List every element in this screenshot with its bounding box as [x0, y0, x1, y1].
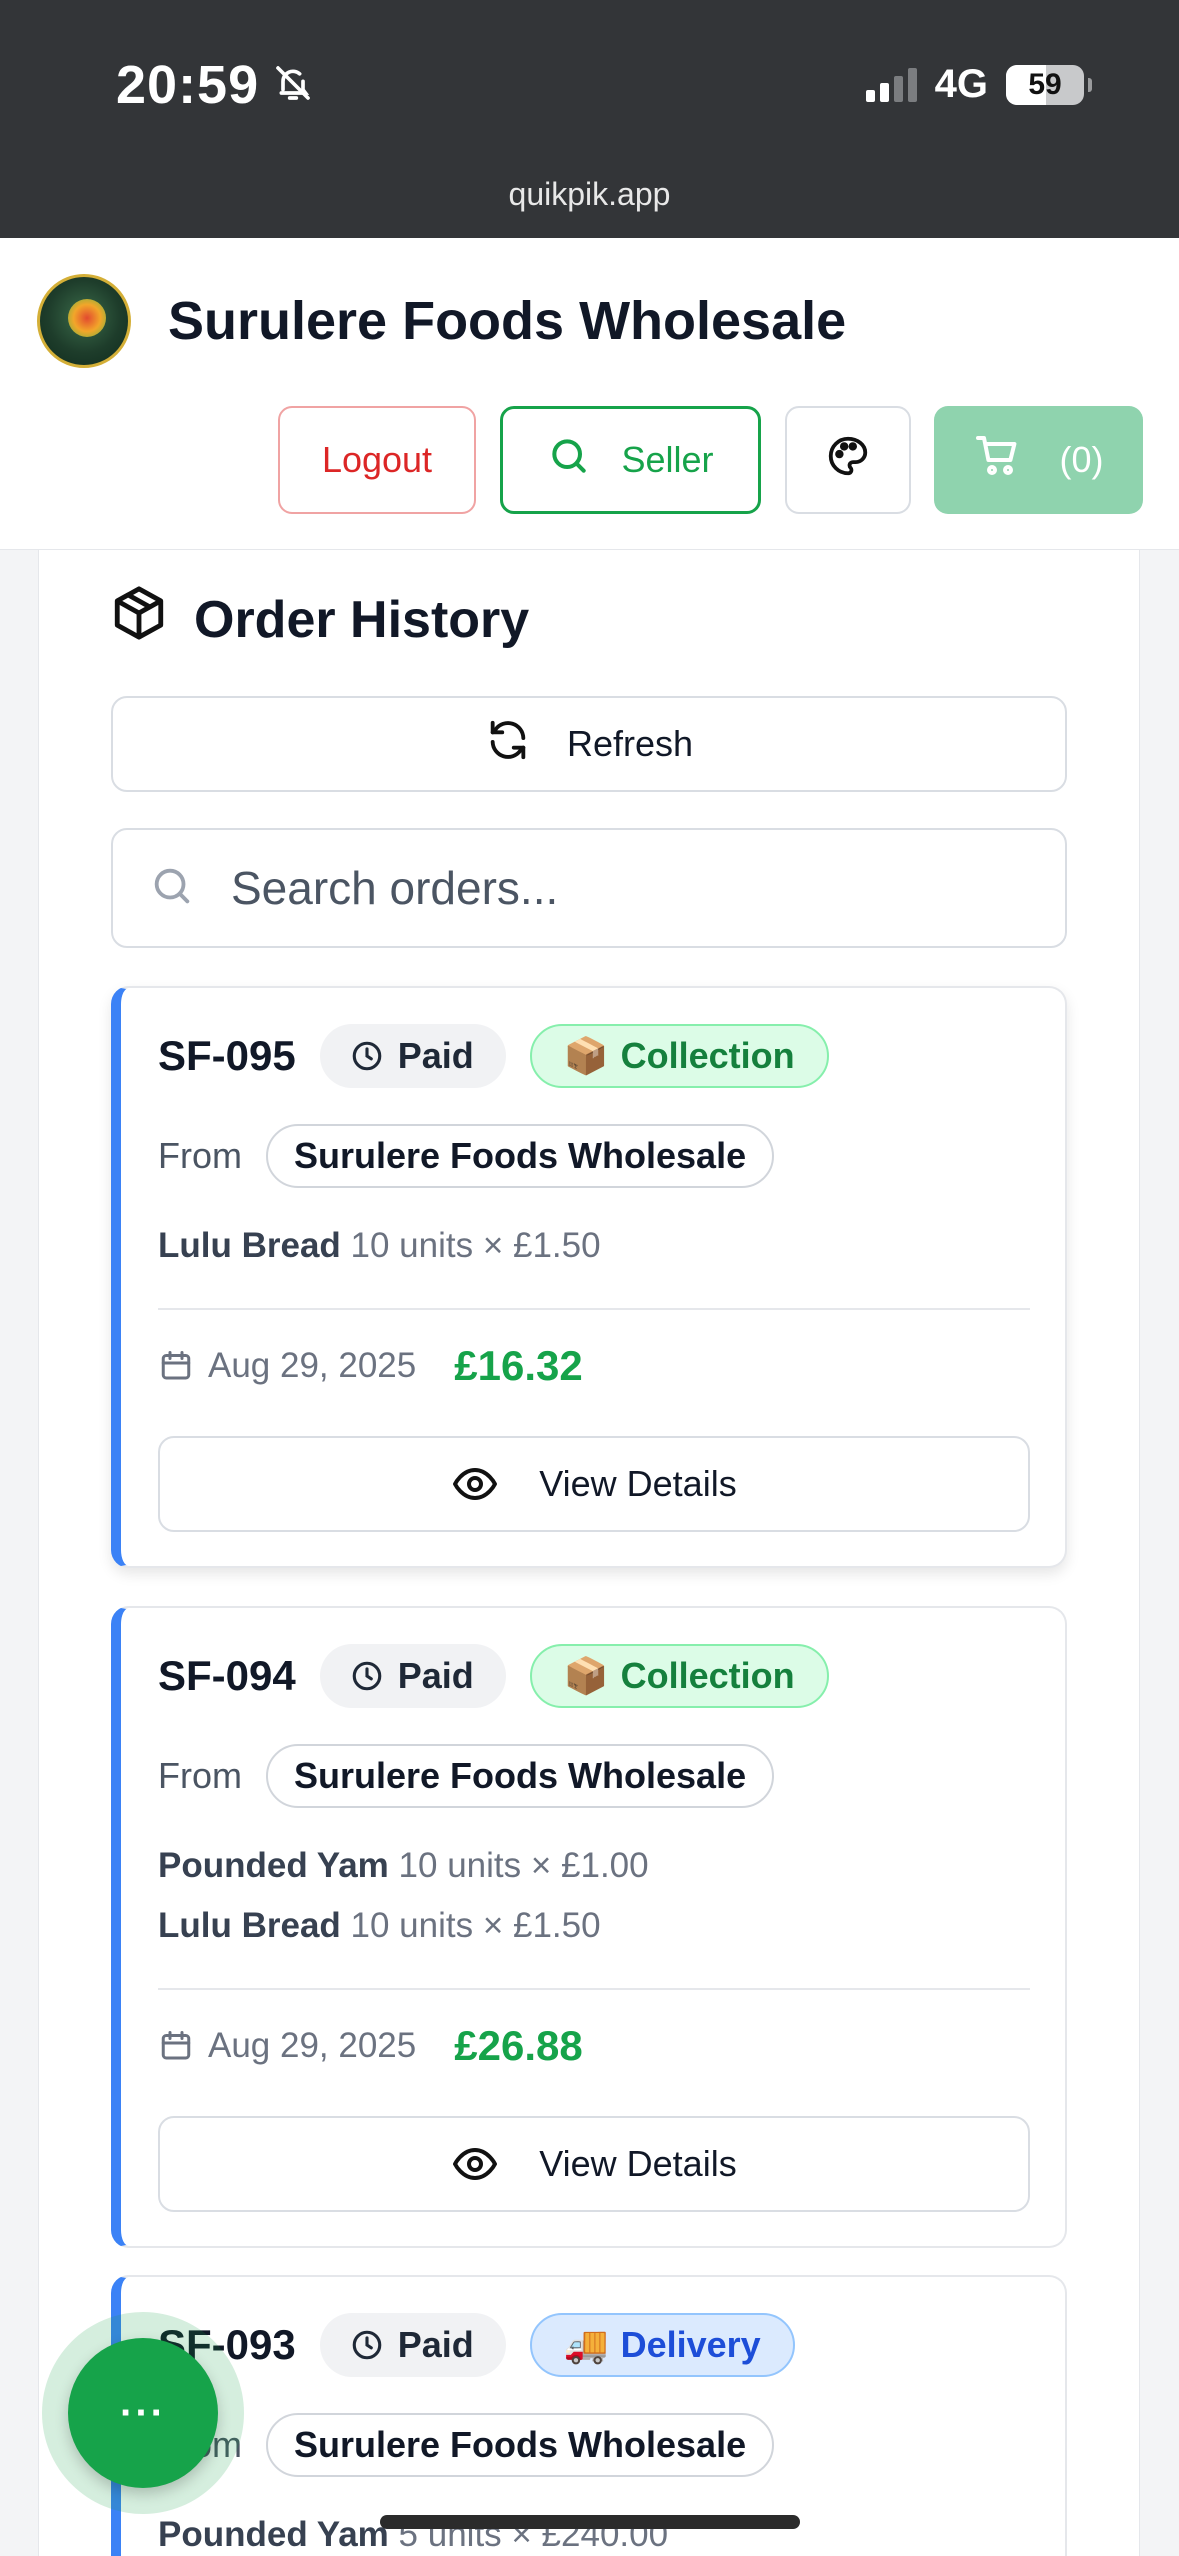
status-text: Paid [397, 2324, 474, 2365]
clock-text: 20:59 [116, 55, 260, 115]
status-text: Paid [397, 1035, 474, 1076]
fulfilment-badge: 🚚 Delivery [529, 2313, 795, 2377]
theme-button[interactable] [785, 406, 911, 514]
seller-badge: Surulere Foods Wholesale [266, 1124, 775, 1188]
logout-button[interactable]: Logout [278, 406, 476, 514]
eye-icon [453, 2148, 498, 2180]
logout-label: Logout [321, 439, 433, 480]
page-title: Order History [194, 590, 530, 649]
order-items: Pounded Yam 5 units × £240.00 [158, 2505, 668, 2556]
item-quantity: 10 units × £1.50 [350, 1226, 601, 1265]
order-header: SF-095 Paid 📦 Collection [158, 1024, 829, 1088]
status-right: 4G 59 [865, 62, 1092, 107]
view-details-button[interactable]: View Details [158, 1436, 1030, 1532]
package-icon [110, 584, 168, 655]
order-id: SF-095 [158, 1032, 296, 1079]
refresh-icon [485, 717, 531, 772]
clock-icon [352, 2330, 382, 2360]
from-label: From [158, 1135, 242, 1176]
clock-icon [352, 1041, 382, 1071]
seller-badge: Surulere Foods Wholesale [266, 2413, 775, 2477]
cart-count: (0) [1059, 439, 1104, 480]
order-card: SF-095 Paid 📦 Collection From Surulere F… [111, 986, 1067, 1568]
clock-icon [352, 1661, 382, 1691]
order-line-item: Lulu Bread 10 units × £1.50 [158, 1216, 601, 1276]
payment-status-badge: Paid [319, 2313, 506, 2377]
order-meta: Aug 29, 2025 £26.88 [158, 2014, 583, 2078]
order-items: Pounded Yam 10 units × £1.00 Lulu Bread … [158, 1836, 649, 1956]
order-card: SF-094 Paid 📦 Collection From Surulere F… [111, 1606, 1067, 2248]
status-text: Paid [397, 1655, 474, 1696]
more-dots-icon: ··· [120, 2390, 166, 2435]
battery-level: 59 [1028, 67, 1062, 101]
seller-badge: Surulere Foods Wholesale [266, 1744, 775, 1808]
item-name: Pounded Yam [158, 1846, 389, 1885]
item-quantity: 10 units × £1.50 [350, 1906, 601, 1945]
signal-icon [865, 67, 917, 102]
divider [158, 1308, 1030, 1310]
order-card: SF-093 Paid 🚚 Delivery From Surulere Foo… [111, 2275, 1067, 2556]
order-meta: Aug 29, 2025 £16.32 [158, 1334, 583, 1398]
order-line-item: Pounded Yam 10 units × £1.00 [158, 1836, 649, 1896]
calendar-icon [161, 1351, 191, 1380]
order-line-item: Lulu Bread 10 units × £1.50 [158, 1896, 649, 1956]
palette-icon [825, 433, 871, 488]
payment-status-badge: Paid [319, 1644, 506, 1708]
calendar-icon [161, 2031, 191, 2060]
network-label: 4G [934, 62, 988, 106]
cart-icon [974, 432, 1022, 489]
more-actions-button[interactable]: ··· [68, 2338, 218, 2488]
app-header: Surulere Foods Wholesale Logout Seller (… [0, 238, 1179, 550]
item-name: Lulu Bread [158, 1906, 341, 1945]
order-seller: From Surulere Foods Wholesale [158, 2413, 775, 2477]
item-name: Lulu Bread [158, 1226, 341, 1265]
order-date: Aug 29, 2025 [208, 2026, 417, 2065]
status-bar: 20:59 4G 59 quikpik.app [0, 0, 1179, 238]
store-name: Surulere Foods Wholesale [168, 291, 847, 351]
order-line-item: Pounded Yam 5 units × £240.00 [158, 2505, 668, 2556]
seller-label: Seller [621, 439, 714, 480]
store-logo[interactable] [37, 274, 131, 368]
search-orders-field[interactable] [111, 828, 1067, 948]
refresh-button[interactable]: Refresh [111, 696, 1067, 792]
fulfilment-badge: 📦 Collection [529, 1644, 829, 1708]
search-orders-input[interactable] [231, 861, 1011, 915]
search-icon [149, 863, 195, 914]
fulfilment-text: Delivery [620, 2324, 761, 2365]
refresh-label: Refresh [566, 723, 694, 764]
item-quantity: 10 units × £1.00 [398, 1846, 649, 1885]
search-icon [547, 434, 591, 487]
order-seller: From Surulere Foods Wholesale [158, 1744, 775, 1808]
divider [158, 1988, 1030, 1990]
battery-icon: 59 [1006, 64, 1092, 105]
status-time: 20:59 [116, 54, 313, 116]
view-details-label: View Details [539, 2143, 737, 2184]
order-header: SF-094 Paid 📦 Collection [158, 1644, 829, 1708]
cart-button[interactable]: (0) [934, 406, 1143, 514]
order-total: £16.32 [454, 1342, 583, 1389]
seller-button[interactable]: Seller [500, 406, 761, 514]
order-date: Aug 29, 2025 [208, 1346, 417, 1385]
order-header: SF-093 Paid 🚚 Delivery [158, 2313, 795, 2377]
order-items: Lulu Bread 10 units × £1.50 [158, 1216, 601, 1276]
fulfilment-text: Collection [620, 1035, 795, 1076]
view-details-button[interactable]: View Details [158, 2116, 1030, 2212]
order-total: £26.88 [454, 2022, 583, 2069]
fulfilment-text: Collection [620, 1655, 795, 1696]
view-details-label: View Details [539, 1463, 737, 1504]
payment-status-badge: Paid [319, 1024, 506, 1088]
order-id: SF-094 [158, 1652, 296, 1699]
home-indicator[interactable] [380, 2515, 800, 2529]
eye-icon [453, 1468, 498, 1500]
box-icon: 📦 [563, 1655, 609, 1696]
order-history-heading: Order History [110, 584, 529, 655]
bell-muted-icon [273, 54, 313, 116]
item-name: Pounded Yam [158, 2515, 389, 2554]
fulfilment-badge: 📦 Collection [529, 1024, 829, 1088]
order-seller: From Surulere Foods Wholesale [158, 1124, 775, 1188]
from-label: From [158, 1755, 242, 1796]
url-bar[interactable]: quikpik.app [0, 176, 1179, 213]
box-icon: 📦 [563, 1035, 609, 1076]
truck-icon: 🚚 [563, 2324, 609, 2365]
